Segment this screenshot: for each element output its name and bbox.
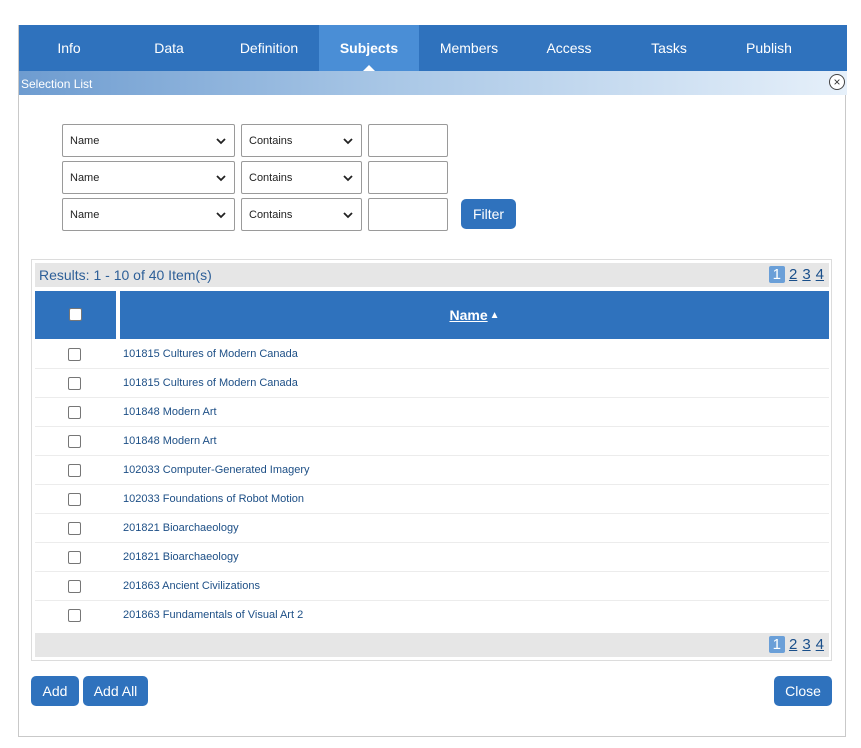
select-all-header [35, 291, 116, 339]
row-checkbox[interactable] [68, 435, 81, 448]
row-name-link[interactable]: 102033 Computer-Generated Imagery [123, 464, 310, 476]
chevron-down-icon [343, 138, 353, 145]
page-link-3[interactable]: 3 [801, 266, 811, 283]
field-select-value: Name [70, 208, 100, 221]
filter-value-input[interactable] [368, 161, 448, 194]
row-checkbox[interactable] [68, 580, 81, 593]
page-link-2[interactable]: 2 [788, 266, 798, 283]
row-checkbox[interactable] [68, 493, 81, 506]
row-checkbox[interactable] [68, 609, 81, 622]
page-link-1[interactable]: 1 [768, 636, 785, 653]
chevron-down-icon [216, 175, 226, 182]
close-icon[interactable]: × [829, 74, 845, 90]
select-all-checkbox[interactable] [69, 308, 82, 321]
chevron-down-icon [216, 138, 226, 145]
field-select[interactable]: Name [62, 161, 235, 194]
row-name-link[interactable]: 201863 Fundamentals of Visual Art 2 [123, 609, 303, 621]
tab-publish[interactable]: Publish [719, 25, 819, 71]
row-name-link[interactable]: 101848 Modern Art [123, 406, 217, 418]
results-panel: Results: 1 - 10 of 40 Item(s) 1 2 3 4 Na… [31, 259, 832, 661]
field-select-value: Name [70, 134, 100, 147]
operator-select[interactable]: Contains [241, 124, 362, 157]
table-row: 201863 Fundamentals of Visual Art 2 [35, 601, 829, 630]
filter-button[interactable]: Filter [461, 199, 516, 229]
operator-select-value: Contains [249, 134, 293, 147]
page-link-4[interactable]: 4 [815, 266, 825, 283]
page-link-3[interactable]: 3 [801, 636, 811, 653]
operator-select[interactable]: Contains [241, 198, 362, 231]
tab-access[interactable]: Access [519, 25, 619, 71]
tab-bar: Info Data Definition Subjects Members Ac… [19, 25, 847, 71]
tab-data[interactable]: Data [119, 25, 219, 71]
table-row: 201821 Bioarchaeology [35, 543, 829, 572]
results-summary: Results: 1 - 10 of 40 Item(s) [39, 267, 212, 283]
sort-ascending-icon: ▲ [489, 309, 500, 321]
results-toolbar: Results: 1 - 10 of 40 Item(s) 1 2 3 4 [35, 263, 829, 287]
table-row: 201863 Ancient Civilizations [35, 572, 829, 601]
row-name-link[interactable]: 101815 Cultures of Modern Canada [123, 377, 298, 389]
row-checkbox[interactable] [68, 522, 81, 535]
row-checkbox[interactable] [68, 551, 81, 564]
row-name-link[interactable]: 101815 Cultures of Modern Canada [123, 348, 298, 360]
selection-list-header: Selection List × [19, 71, 847, 95]
pagination-bottom: 1 2 3 4 [768, 636, 825, 653]
row-name-link[interactable]: 201821 Bioarchaeology [123, 551, 239, 563]
table-row: 101815 Cultures of Modern Canada [35, 369, 829, 398]
table-row: 101848 Modern Art [35, 427, 829, 456]
page-link-1[interactable]: 1 [768, 266, 785, 283]
table-row: 102033 Foundations of Robot Motion [35, 485, 829, 514]
field-select[interactable]: Name [62, 198, 235, 231]
field-select-value: Name [70, 171, 100, 184]
table-row: 201821 Bioarchaeology [35, 514, 829, 543]
tab-members[interactable]: Members [419, 25, 519, 71]
page-link-4[interactable]: 4 [815, 636, 825, 653]
results-footer: 1 2 3 4 [35, 633, 829, 657]
page-link-2[interactable]: 2 [788, 636, 798, 653]
row-checkbox[interactable] [68, 406, 81, 419]
table-row: 102033 Computer-Generated Imagery [35, 456, 829, 485]
row-name-link[interactable]: 102033 Foundations of Robot Motion [123, 493, 304, 505]
row-name-link[interactable]: 101848 Modern Art [123, 435, 217, 447]
operator-select-value: Contains [249, 171, 293, 184]
pagination: 1 2 3 4 [768, 266, 825, 283]
add-all-button[interactable]: Add All [83, 676, 148, 706]
row-checkbox[interactable] [68, 464, 81, 477]
name-column-label[interactable]: Name [449, 307, 487, 323]
chevron-down-icon [216, 212, 226, 219]
table-header: Name ▲ [35, 291, 829, 339]
chevron-down-icon [343, 212, 353, 219]
dialog-frame: Info Data Definition Subjects Members Ac… [18, 25, 847, 737]
row-name-link[interactable]: 201863 Ancient Civilizations [123, 580, 260, 592]
row-name-link[interactable]: 201821 Bioarchaeology [123, 522, 239, 534]
name-column-header[interactable]: Name ▲ [120, 291, 829, 339]
row-checkbox[interactable] [68, 377, 81, 390]
chevron-down-icon [343, 175, 353, 182]
selection-list-title: Selection List [21, 77, 93, 91]
table-row: 101815 Cultures of Modern Canada [35, 340, 829, 369]
filter-value-input[interactable] [368, 124, 448, 157]
row-checkbox[interactable] [68, 348, 81, 361]
operator-select[interactable]: Contains [241, 161, 362, 194]
table-row: 101848 Modern Art [35, 398, 829, 427]
close-button[interactable]: Close [774, 676, 832, 706]
tab-tasks[interactable]: Tasks [619, 25, 719, 71]
operator-select-value: Contains [249, 208, 293, 221]
tab-subjects[interactable]: Subjects [319, 25, 419, 71]
add-button[interactable]: Add [31, 676, 79, 706]
tab-definition[interactable]: Definition [219, 25, 319, 71]
field-select[interactable]: Name [62, 124, 235, 157]
tab-info[interactable]: Info [19, 25, 119, 71]
filter-value-input[interactable] [368, 198, 448, 231]
